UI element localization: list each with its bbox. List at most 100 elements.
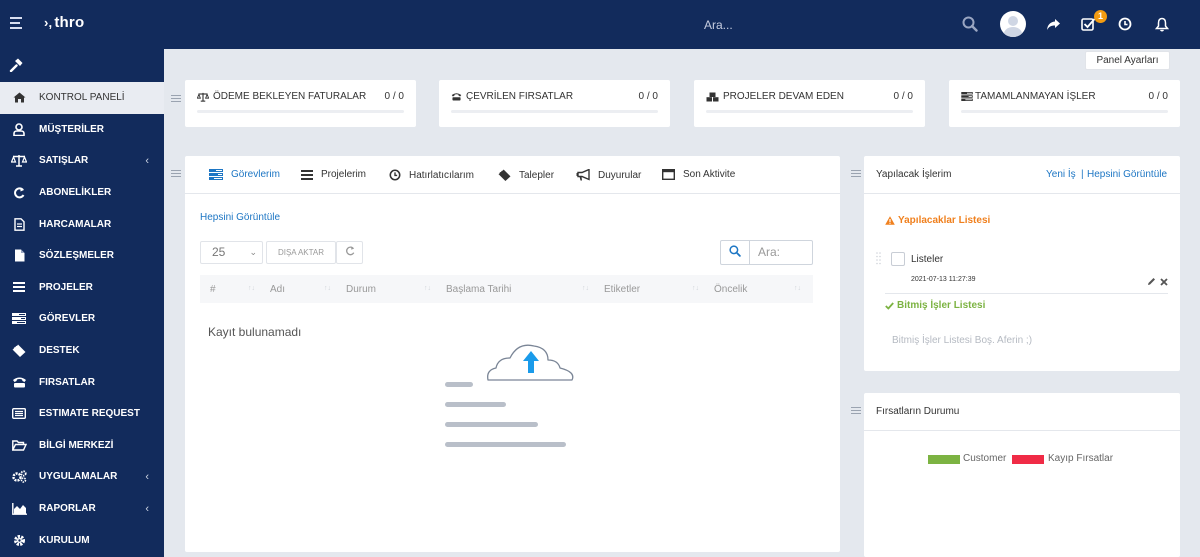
tab-label: Hatırlatıcılarım: [409, 169, 475, 181]
todo-item-date: 2021-07-13 11:27:39: [911, 276, 976, 283]
sidebar: KONTROL PANELİ MÜŞTERİLER SATIŞLAR ‹ ABO…: [0, 49, 164, 557]
view-all-link[interactable]: Hepsini Görüntüle: [200, 212, 280, 223]
tab-my-tasks[interactable]: Görevlerim: [209, 169, 280, 180]
menu-toggle-icon[interactable]: [10, 17, 22, 29]
cog-icon: [11, 533, 27, 547]
sidebar-item-reports[interactable]: RAPORLAR ‹: [0, 493, 164, 525]
table-search-input[interactable]: Ara:: [749, 240, 813, 265]
todo-title: Yapılacak İşlerim: [876, 169, 952, 180]
tab-label: Talepler: [519, 169, 555, 181]
stat-progress-bar: [197, 110, 404, 113]
stat-label: TAMAMLANMAYAN İŞLER: [975, 91, 1096, 102]
clock-icon[interactable]: [1114, 13, 1136, 35]
bars-icon: [11, 280, 27, 294]
leads-header: Fırsatların Durumu: [864, 393, 1180, 431]
refresh-icon: [11, 186, 27, 200]
global-search-input[interactable]: Ara...: [704, 18, 733, 32]
sidebar-item-label: DESTEK: [39, 345, 80, 357]
sidebar-item-dashboard[interactable]: KONTROL PANELİ: [0, 82, 164, 114]
stat-card-invoices[interactable]: ÖDEME BEKLEYEN FATURALAR 0 / 0: [185, 80, 416, 127]
stat-label: PROJELER DEVAM EDEN: [723, 91, 844, 102]
column-header-name[interactable]: Adı: [270, 284, 285, 295]
delete-x-icon[interactable]: [1160, 277, 1168, 289]
sidebar-item-expenses[interactable]: HARCAMALAR: [0, 208, 164, 240]
sidebar-item-customers[interactable]: MÜŞTERİLER: [0, 114, 164, 146]
sidebar-item-label: ESTIMATE REQUEST: [39, 408, 140, 420]
app-logo[interactable]: ›, thro: [44, 14, 84, 31]
stat-progress-bar: [706, 110, 913, 113]
sidebar-item-apps[interactable]: UYGULAMALAR ‹: [0, 461, 164, 493]
sort-icon: ↑↓: [692, 285, 699, 292]
table-search-button[interactable]: [720, 240, 750, 265]
drag-handle-icon[interactable]: [851, 170, 861, 178]
tab-recent-activity[interactable]: Son Aktivite: [662, 169, 735, 180]
sidebar-item-estimate-request[interactable]: ESTIMATE REQUEST: [0, 398, 164, 430]
sidebar-item-tasks[interactable]: GÖREVLER: [0, 303, 164, 335]
edit-pencil-icon[interactable]: [1147, 277, 1156, 289]
drag-handle-icon[interactable]: [851, 407, 861, 415]
chevron-left-icon: ‹: [145, 502, 149, 515]
search-icon[interactable]: [959, 13, 981, 35]
todo-checkbox[interactable]: [891, 252, 905, 266]
sidebar-item-leads[interactable]: FIRSATLAR: [0, 366, 164, 398]
export-button[interactable]: DIŞA AKTAR: [266, 241, 336, 264]
logo-text: thro: [54, 14, 85, 31]
balance-scale-icon: [197, 92, 209, 102]
sidebar-item-label: GÖREVLER: [39, 313, 96, 325]
tab-tickets[interactable]: Talepler: [498, 169, 554, 181]
todo-view-all-link[interactable]: Hepsini Görüntüle: [1087, 169, 1167, 180]
sidebar-item-label: RAPORLAR: [39, 503, 96, 515]
sidebar-item-setup[interactable]: KURULUM: [0, 524, 164, 556]
tab-announcements[interactable]: Duyurular: [576, 169, 641, 181]
drag-handle-icon[interactable]: [171, 95, 181, 103]
done-list-label: Bitmiş İşler Listesi: [897, 300, 986, 311]
column-header-priority[interactable]: Öncelik: [714, 284, 747, 295]
tools-icon[interactable]: [9, 58, 25, 73]
tty-icon: [11, 375, 27, 389]
drag-handle-icon[interactable]: [171, 170, 181, 178]
list-alt-icon: [11, 407, 27, 421]
tasks-icon: [11, 312, 27, 326]
leads-status-widget: Fırsatların Durumu Customer Kayıp Fırsat…: [864, 393, 1180, 557]
column-header-tags[interactable]: Etiketler: [604, 284, 640, 295]
drag-handle-icon[interactable]: [876, 252, 881, 265]
column-header-start-date[interactable]: Başlama Tarihi: [446, 284, 511, 295]
new-todo-link[interactable]: Yeni İş: [1046, 169, 1076, 180]
stat-card-projects-in-progress[interactable]: PROJELER DEVAM EDEN 0 / 0: [694, 80, 925, 127]
tab-label: Projelerim: [321, 169, 367, 180]
stat-card-converted-leads[interactable]: ÇEVRİLEN FIRSATLAR 0 / 0: [439, 80, 670, 127]
stat-value: 0 / 0: [384, 91, 404, 102]
bell-icon[interactable]: [1151, 13, 1173, 35]
sidebar-item-contracts[interactable]: SÖZLEŞMELER: [0, 240, 164, 272]
user-avatar[interactable]: [1000, 11, 1026, 37]
share-icon[interactable]: [1042, 13, 1064, 35]
panel-settings-button[interactable]: Panel Ayarları: [1085, 51, 1170, 70]
link-separator: |: [1081, 169, 1084, 180]
balance-scale-icon: [11, 154, 27, 168]
user-icon: [11, 122, 27, 136]
page-length-select[interactable]: 25 ⌄: [200, 241, 263, 264]
sidebar-item-knowledge-base[interactable]: BİLGİ MERKEZİ: [0, 430, 164, 462]
sidebar-item-projects[interactable]: PROJELER: [0, 272, 164, 304]
tab-my-reminders[interactable]: Hatırlatıcılarım: [389, 169, 474, 181]
reload-button[interactable]: [336, 241, 363, 264]
sidebar-item-sales[interactable]: SATIŞLAR ‹: [0, 145, 164, 177]
column-header-number[interactable]: #: [210, 284, 216, 295]
sidebar-item-support[interactable]: DESTEK: [0, 335, 164, 367]
sidebar-item-label: KONTROL PANELİ: [39, 92, 125, 104]
column-header-status[interactable]: Durum: [346, 284, 376, 295]
done-list-title: Bitmiş İşler Listesi: [885, 300, 985, 311]
bars-icon: [301, 169, 313, 180]
legend-swatch-customer: [928, 455, 960, 464]
sidebar-item-subscriptions[interactable]: ABONELİKLER: [0, 177, 164, 209]
stat-value: 0 / 0: [638, 91, 658, 102]
tab-my-projects[interactable]: Projelerim: [301, 169, 366, 180]
empty-state-illustration: [440, 326, 580, 459]
stat-card-incomplete-tasks[interactable]: TAMAMLANMAYAN İŞLER 0 / 0: [949, 80, 1180, 127]
todo-item-text: Listeler: [911, 254, 944, 265]
area-chart-icon: [11, 502, 27, 516]
todo-header: Yapılacak İşlerim Yeni İş | Hepsini Görü…: [864, 156, 1180, 194]
pending-list-label: Yapılacaklar Listesi: [898, 215, 991, 226]
refresh-icon: [345, 246, 355, 259]
sidebar-item-label: MÜŞTERİLER: [39, 123, 104, 135]
